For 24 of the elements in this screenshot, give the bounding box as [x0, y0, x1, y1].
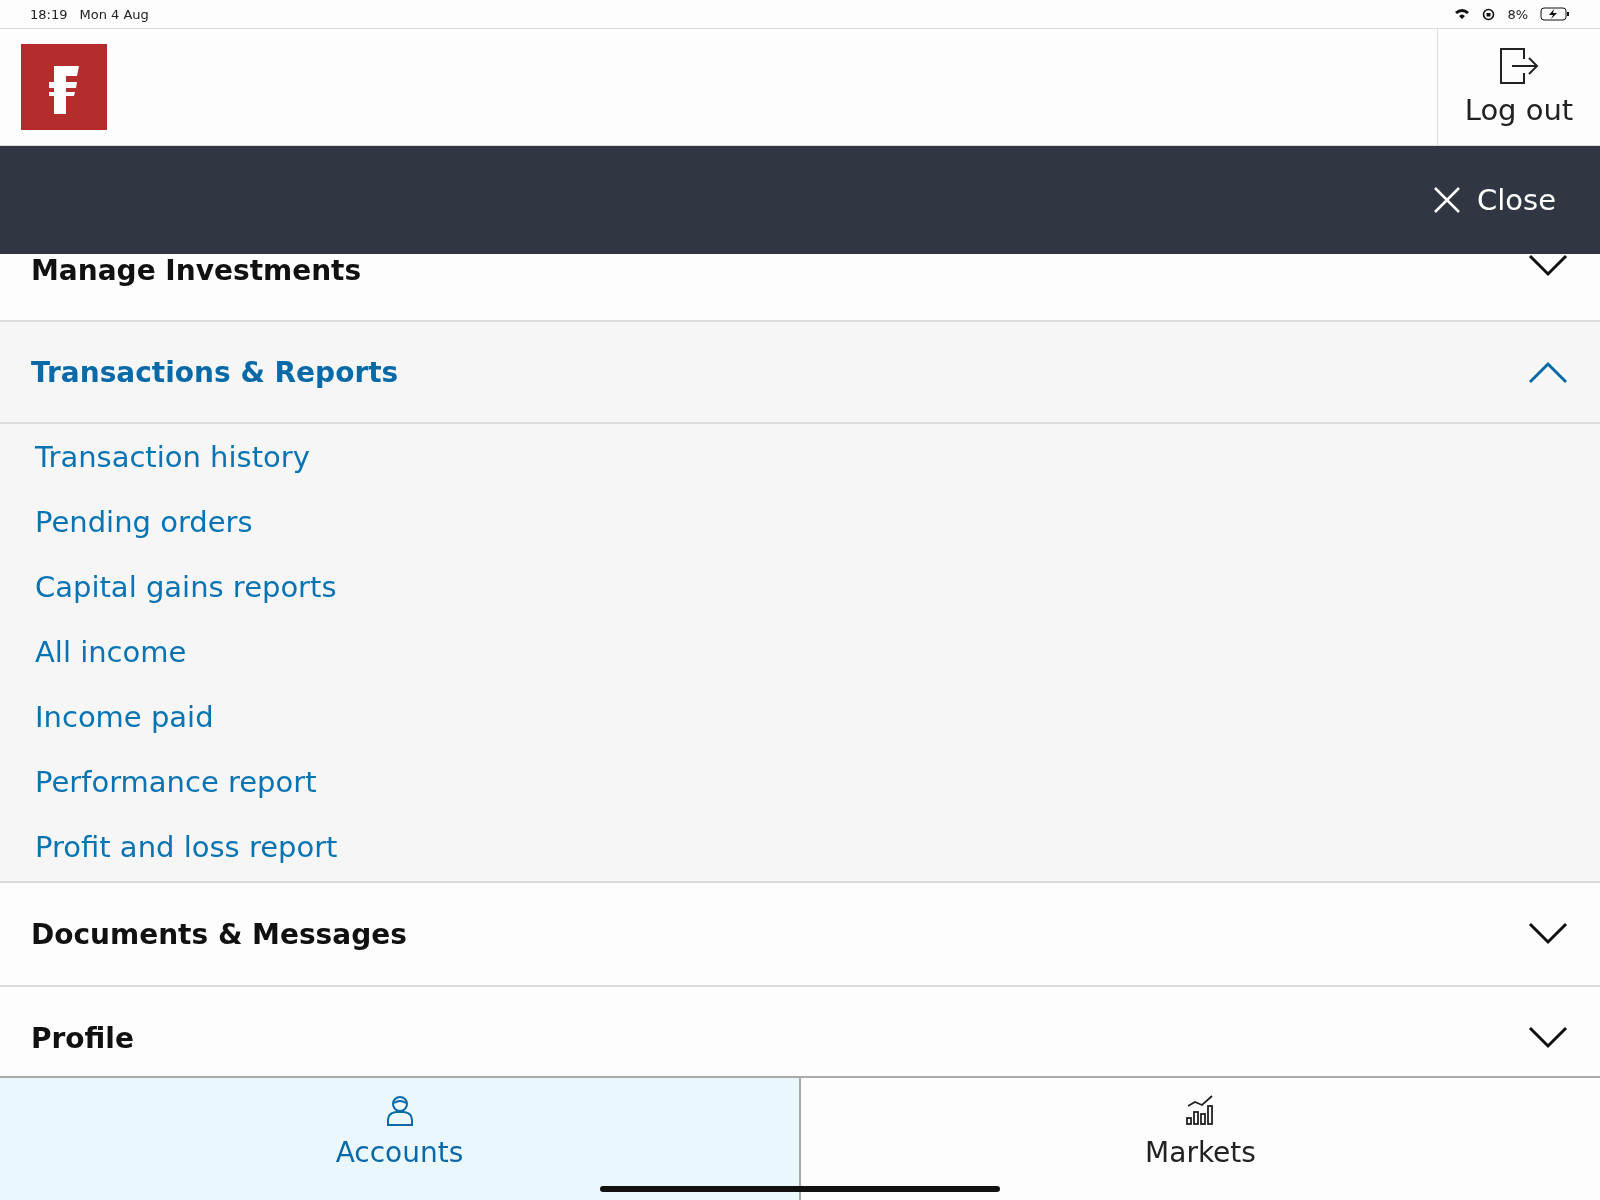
- section-header[interactable]: Transactions & Reports: [0, 322, 1600, 424]
- battery-percent: 8%: [1507, 6, 1528, 22]
- menu-link[interactable]: Profit and loss report: [35, 814, 338, 879]
- chevron-up-icon: [1528, 360, 1568, 384]
- battery-icon: [1540, 7, 1570, 21]
- menu-link[interactable]: Capital gains reports: [35, 554, 337, 619]
- chevron-down-icon: [1528, 254, 1568, 278]
- logout-button[interactable]: Log out: [1437, 29, 1600, 145]
- status-time: 18:19: [30, 6, 68, 22]
- menu-link[interactable]: Transaction history: [35, 424, 310, 489]
- chevron-down-icon: [1528, 922, 1568, 946]
- close-button[interactable]: Close: [1427, 182, 1562, 218]
- logo-icon: [21, 44, 107, 130]
- close-icon: [1433, 186, 1461, 214]
- menu-link[interactable]: Pending orders: [35, 489, 253, 554]
- wifi-icon: [1454, 8, 1471, 20]
- menu-link[interactable]: All income: [35, 619, 187, 684]
- menu-link[interactable]: Performance report: [35, 749, 317, 814]
- rotation-lock-icon: [1482, 7, 1496, 21]
- tab[interactable]: Accounts: [0, 1078, 801, 1200]
- chevron-down-icon: [1528, 1026, 1568, 1050]
- status-date: Mon 4 Aug: [79, 6, 149, 22]
- logout-icon: [1498, 47, 1540, 85]
- menu-link[interactable]: Income paid: [35, 684, 214, 749]
